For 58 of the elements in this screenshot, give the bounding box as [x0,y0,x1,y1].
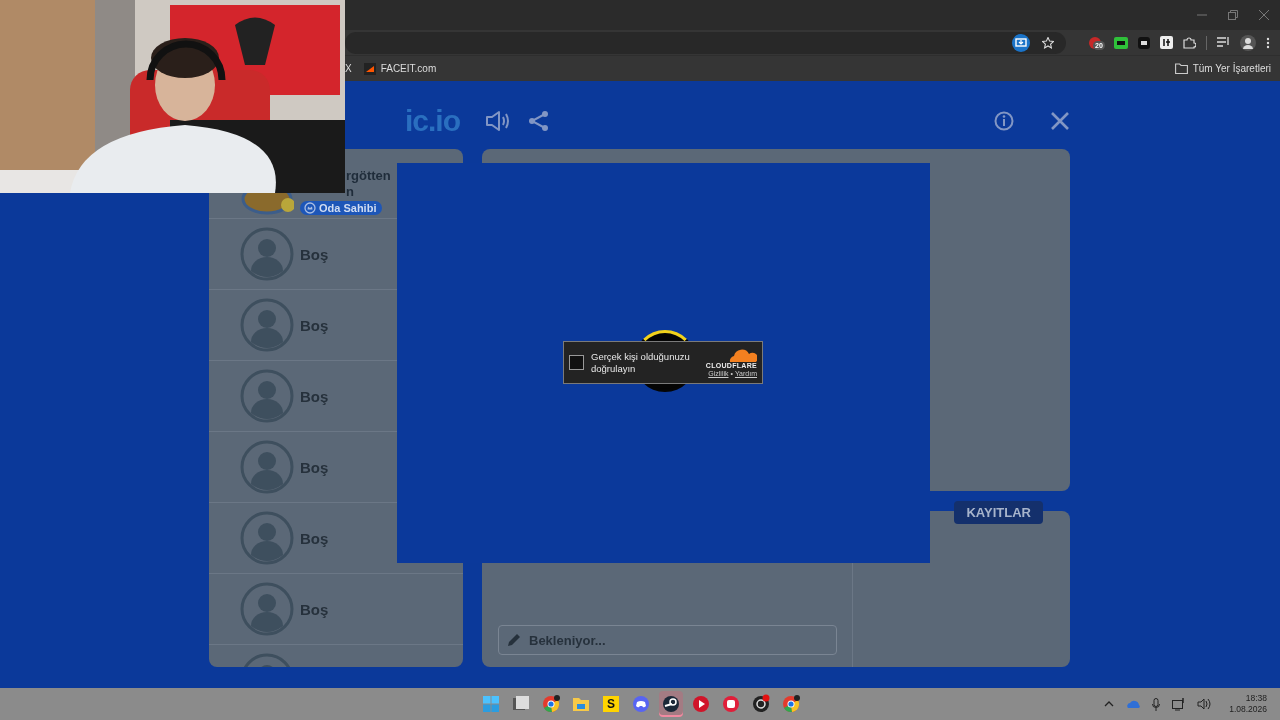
media-icon[interactable] [1217,37,1230,48]
faceit-icon [363,62,376,75]
chat-input-field[interactable]: Bekleniyor... [498,625,837,655]
avatar-placeholder-icon [240,227,294,281]
volume-icon[interactable] [1197,698,1212,710]
player-name: rgötten [346,168,391,184]
folder-icon [1174,63,1188,74]
avatar-icon[interactable] [1240,34,1256,51]
record-icon [751,694,771,714]
bookmark[interactable]: X [345,63,352,74]
speaker-icon[interactable] [485,110,511,132]
avatar-placeholder-icon [240,298,294,352]
share-icon[interactable] [528,110,550,132]
browser-icon [541,694,561,714]
extension-icon[interactable] [1160,36,1173,49]
cloud-icon [727,348,757,362]
network-icon[interactable] [1172,697,1186,711]
play-icon [691,694,711,714]
chat-icon [631,694,651,714]
start-icon [481,694,501,714]
avatar-placeholder-icon [240,582,294,636]
microphone-icon[interactable] [1152,697,1161,711]
clock-time[interactable]: 18:38 [1245,693,1267,704]
checkbox[interactable] [569,355,584,370]
crown-icon [304,202,316,214]
star-icon[interactable] [1042,36,1054,49]
avatar-placeholder-icon [240,511,294,565]
avatar-placeholder-icon [240,440,294,494]
pencil-icon [506,632,522,648]
menu-icon[interactable] [1266,36,1270,49]
slot-label: Boş [300,529,329,547]
avatar-placeholder-icon [240,369,294,423]
puzzle-icon[interactable] [1183,36,1196,49]
extension-icon[interactable] [1138,36,1150,49]
slot-label: Boş [300,387,329,405]
info-icon[interactable] [994,111,1014,131]
slot-label: Boş [300,458,329,476]
slot-label: Boş [300,245,329,263]
browser-icon [781,694,801,714]
close-icon[interactable] [1050,111,1070,131]
bookmark[interactable]: FACEIT.com [363,62,437,75]
host-badge: Oda Sahibi [300,201,383,215]
close-icon[interactable] [1259,10,1269,20]
app-icon [661,694,681,714]
bookmark[interactable]: Tüm Yer İşaretleri [1174,63,1271,74]
taskbar-app[interactable] [659,691,683,717]
restore-icon[interactable] [1228,10,1238,20]
captcha-label: Gerçek kişi olduğunuzu doğrulayın [591,350,691,375]
app-icon [721,694,741,714]
install-app-icon[interactable] [1012,33,1030,52]
player-name: n [346,184,354,200]
clock-date[interactable]: 1.08.2026 [1229,704,1267,715]
slot-label: Boş [300,600,329,618]
chevron-up-icon[interactable] [1104,701,1115,707]
taskbar-app[interactable]: S [599,691,623,717]
extension-icon[interactable] [1114,36,1128,49]
slot-label: Boş [300,316,329,334]
logs-tab[interactable]: KAYITLAR [954,501,1043,524]
